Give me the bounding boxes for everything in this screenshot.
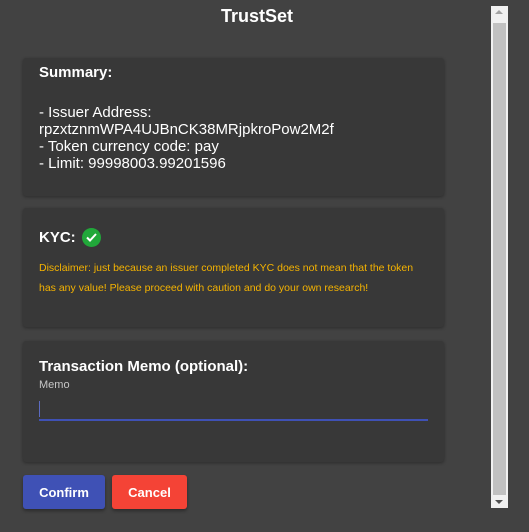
currency-code: - Token currency code: pay <box>39 138 219 155</box>
checkmark-glyph <box>85 232 97 242</box>
summary-card: Summary: - Issuer Address: rpzxtznmWPA4U… <box>23 58 444 196</box>
scrollbar-thumb[interactable] <box>493 23 506 495</box>
scroll-up-arrow-icon[interactable] <box>495 10 503 14</box>
memo-heading: Transaction Memo (optional): <box>39 358 249 375</box>
vertical-scrollbar[interactable] <box>491 6 508 508</box>
memo-field-label: Memo <box>39 379 70 391</box>
trustset-window: TrustSet Summary: - Issuer Address: rpzx… <box>0 0 529 532</box>
check-circle-icon <box>81 227 101 247</box>
memo-input[interactable] <box>39 397 428 421</box>
text-caret <box>39 401 40 417</box>
kyc-heading-row: KYC: <box>39 226 428 248</box>
trust-limit: - Limit: 99998003.99201596 <box>39 155 226 172</box>
memo-card: Transaction Memo (optional): Memo <box>23 341 444 462</box>
scroll-down-arrow-icon[interactable] <box>495 500 503 504</box>
window-title: TrustSet <box>220 6 294 26</box>
kyc-disclaimer: Disclaimer: just because an issuer compl… <box>39 262 414 294</box>
kyc-heading: KYC: <box>39 228 76 246</box>
summary-details: - Issuer Address: rpzxtznmWPA4UJBnCK38MR… <box>39 104 428 172</box>
kyc-card: KYC: Disclaimer: just because an issuer … <box>23 208 444 327</box>
confirm-button[interactable]: Confirm <box>23 475 105 509</box>
issuer-address: rpzxtznmWPA4UJBnCK38MRjpkroPow2M2f <box>39 121 334 138</box>
issuer-label: - Issuer Address: <box>39 104 152 121</box>
summary-heading: Summary: <box>39 64 113 81</box>
cancel-button[interactable]: Cancel <box>112 475 187 509</box>
